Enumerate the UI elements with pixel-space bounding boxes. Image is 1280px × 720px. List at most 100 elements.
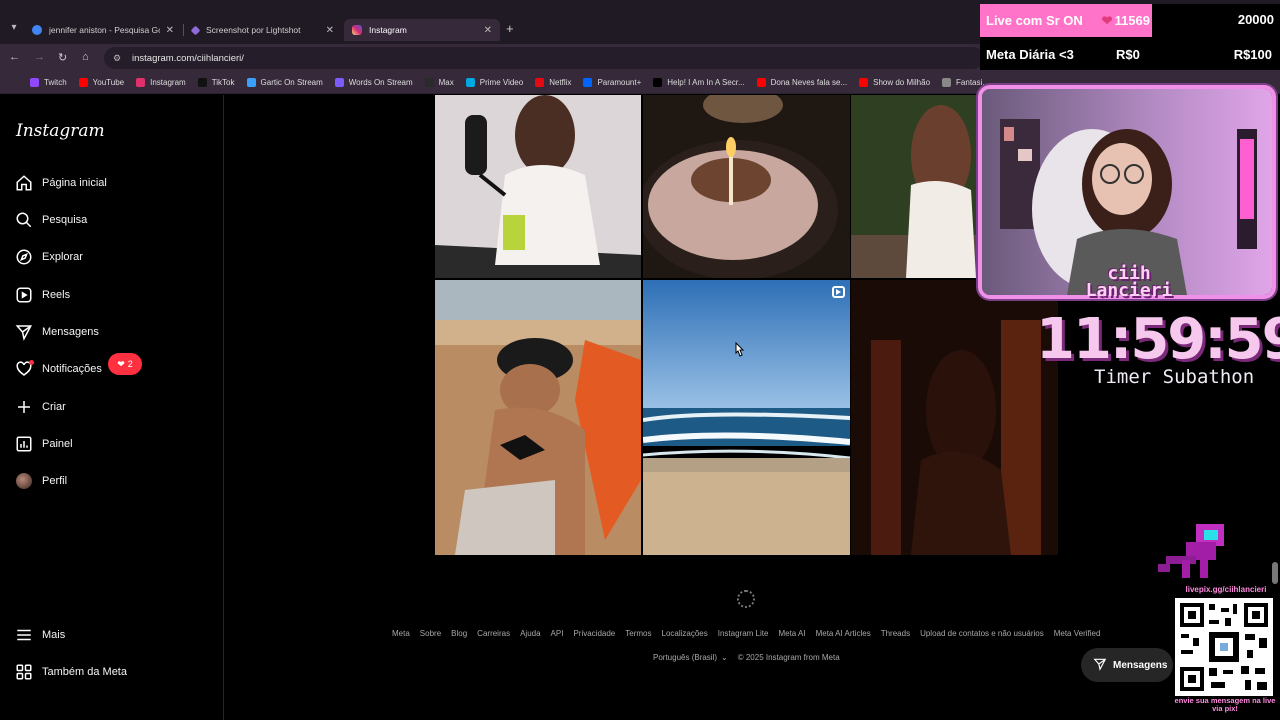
reload-icon[interactable]: ↻: [58, 51, 67, 64]
footer-link[interactable]: Upload de contatos e não usuários: [920, 629, 1044, 638]
bookmark-label: Help! I Am In A Secr...: [667, 78, 745, 87]
post-thumbnail[interactable]: [435, 95, 641, 278]
footer-link[interactable]: Privacidade: [573, 629, 615, 638]
bookmark-favicon-icon: [246, 78, 256, 87]
tab-search-icon[interactable]: ▾: [6, 20, 22, 36]
heart-icon: ❤: [1101, 12, 1113, 28]
forward-icon[interactable]: →: [34, 51, 45, 63]
bookmark-item[interactable]: Help! I Am In A Secr...: [653, 78, 745, 87]
post-thumbnail[interactable]: [643, 280, 850, 555]
bookmark-favicon-icon: [424, 78, 434, 87]
bookmark-label: Twitch: [44, 78, 67, 87]
nav-reels[interactable]: Reels: [14, 283, 70, 307]
footer-link[interactable]: API: [551, 629, 564, 638]
language-selector[interactable]: Português (Brasil): [653, 653, 717, 662]
search-icon: [14, 210, 34, 230]
notification-badge[interactable]: ❤ 2: [108, 353, 142, 375]
bookmark-label: Prime Video: [479, 78, 524, 87]
footer-link[interactable]: Meta AI Articles: [816, 629, 871, 638]
bookmark-item[interactable]: Fantasi...: [942, 78, 989, 87]
site-info-icon[interactable]: ⚙: [110, 51, 124, 65]
live-label: Live com Sr ON: [986, 13, 1083, 28]
chevron-down-icon: ⌄: [721, 653, 728, 662]
stream-goal-overlay: Live com Sr ON ❤ 11569 20000 Meta Diária…: [980, 4, 1280, 70]
bookmark-item[interactable]: Words On Stream: [334, 78, 413, 87]
bookmark-item[interactable]: Twitch: [30, 78, 67, 87]
nav-profile[interactable]: Perfil: [14, 469, 67, 493]
bookmark-favicon-icon: [136, 78, 146, 87]
meta-current: R$0: [1116, 47, 1140, 62]
footer-link[interactable]: Meta Verified: [1054, 629, 1101, 638]
footer-link[interactable]: Instagram Lite: [718, 629, 769, 638]
bookmark-favicon-icon: [535, 78, 545, 87]
bookmark-item[interactable]: Dona Neves fala se...: [756, 78, 848, 87]
footer-link[interactable]: Threads: [881, 629, 910, 638]
url-text: instagram.com/ciihlancieri/: [132, 52, 244, 64]
meta-label: Meta Diária <3: [986, 47, 1074, 62]
nav-also-from-meta[interactable]: Também da Meta: [14, 660, 127, 684]
bookmark-item[interactable]: Paramount+: [583, 78, 641, 87]
footer-link[interactable]: Meta AI: [778, 629, 805, 638]
bookmark-item[interactable]: Netflix: [535, 78, 571, 87]
bookmark-label: Dona Neves fala se...: [770, 78, 848, 87]
dashboard-icon: [14, 434, 34, 454]
bookmark-favicon-icon: [465, 78, 475, 87]
address-bar[interactable]: ⚙ instagram.com/ciihlancieri/: [104, 47, 984, 69]
bookmark-item[interactable]: Instagram: [136, 78, 186, 87]
bookmark-item[interactable]: TikTok: [197, 78, 235, 87]
loading-spinner-icon: [737, 590, 755, 608]
nav-create[interactable]: Criar: [14, 395, 66, 419]
tab-google-search[interactable]: jennifer aniston - Pesquisa Goo ✕: [24, 19, 182, 41]
new-tab-button[interactable]: +: [506, 21, 514, 36]
bookmark-item[interactable]: Prime Video: [465, 78, 524, 87]
nav-notifications[interactable]: Notificações: [14, 357, 102, 381]
bookmark-favicon-icon: [334, 78, 344, 87]
nav-messages[interactable]: Mensagens: [14, 320, 99, 344]
messages-floating-button[interactable]: Mensagens: [1081, 648, 1173, 682]
instagram-logo[interactable]: Instagram: [16, 121, 105, 141]
post-thumbnail[interactable]: [435, 280, 641, 555]
nav-explore[interactable]: Explorar: [14, 245, 83, 269]
compass-icon: [14, 247, 34, 267]
nav-home[interactable]: Página inicial: [14, 171, 107, 195]
nav-dashboard[interactable]: Painel: [14, 432, 73, 456]
post-thumbnail[interactable]: [643, 95, 850, 278]
bookmark-label: Show do Milhão: [873, 78, 931, 87]
nav-label: Mais: [42, 629, 66, 641]
copyright: © 2025 Instagram from Meta: [737, 653, 840, 662]
footer-link[interactable]: Sobre: [420, 629, 441, 638]
bookmark-item[interactable]: YouTube: [78, 78, 124, 87]
post-thumbnail[interactable]: [851, 280, 1058, 555]
instagram-sidebar: Instagram Página inicial Pesquisa Explor…: [0, 95, 224, 720]
footer-link[interactable]: Ajuda: [520, 629, 540, 638]
home-icon[interactable]: ⌂: [82, 51, 89, 63]
bookmark-item[interactable]: Max: [424, 78, 454, 87]
nav-search[interactable]: Pesquisa: [14, 208, 87, 232]
nav-label: Página inicial: [42, 177, 107, 189]
messages-label: Mensagens: [1113, 659, 1168, 671]
bookmark-favicon-icon: [756, 78, 766, 87]
tab-instagram[interactable]: Instagram ✕: [344, 19, 500, 41]
footer-link[interactable]: Carreiras: [477, 629, 510, 638]
close-tab-icon[interactable]: ✕: [484, 25, 492, 36]
tab-lightshot[interactable]: Screenshot por Lightshot ✕: [184, 19, 342, 41]
bookmark-favicon-icon: [583, 78, 593, 87]
footer-link[interactable]: Blog: [451, 629, 467, 638]
bookmark-item[interactable]: Gartic On Stream: [246, 78, 323, 87]
page-scrollbar[interactable]: [1272, 562, 1278, 584]
notification-count: 2: [127, 359, 133, 369]
nav-more[interactable]: Mais: [14, 623, 65, 647]
back-icon[interactable]: ←: [9, 51, 20, 63]
footer-link[interactable]: Termos: [625, 629, 651, 638]
menu-icon: [14, 625, 34, 645]
footer-link[interactable]: Meta: [392, 629, 410, 638]
post-thumbnail[interactable]: [851, 95, 980, 278]
footer-link[interactable]: Localizações: [662, 629, 708, 638]
heart-icon: ❤: [117, 358, 125, 369]
close-tab-icon[interactable]: ✕: [166, 25, 174, 36]
close-tab-icon[interactable]: ✕: [326, 25, 334, 36]
bookmark-favicon-icon: [78, 78, 88, 87]
bookmark-item[interactable]: Show do Milhão: [859, 78, 930, 87]
messages-icon: [14, 322, 34, 342]
timer-label: Timer Subathon: [1094, 366, 1255, 388]
